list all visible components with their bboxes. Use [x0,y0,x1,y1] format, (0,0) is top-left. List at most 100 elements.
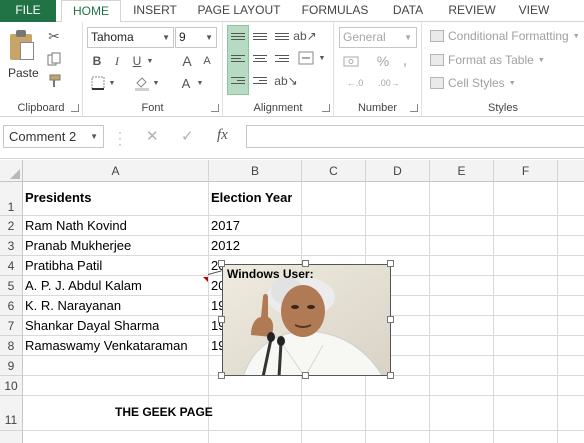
font-launcher-icon[interactable] [211,104,219,112]
chevron-down-icon[interactable]: ▼ [145,52,155,70]
number-format-combo[interactable]: General ▼ [339,27,417,48]
row-header-10[interactable]: 10 [0,376,23,396]
column-header-a[interactable]: A [23,160,209,182]
font-name-combo[interactable]: Tahoma ▼ [87,27,174,48]
increase-decimal-icon[interactable]: ←.0 [342,74,368,92]
row-header-3[interactable]: 3 [0,236,23,256]
cell-a6[interactable]: K. R. Narayanan [25,298,121,313]
decrease-decimal-icon[interactable]: .00→ [376,74,402,92]
column-header-b[interactable]: B [209,160,302,182]
cut-icon[interactable]: ✂ [44,27,64,45]
align-right-icon[interactable] [275,53,289,64]
comment-indicator-icon[interactable] [203,277,208,282]
font-size-combo[interactable]: 9 ▼ [175,27,217,48]
format-painter-icon[interactable] [44,72,64,90]
tab-data[interactable]: DATA [384,0,432,22]
bottom-align-icon[interactable] [275,31,289,42]
cell-b2[interactable]: 2017 [211,218,240,233]
row-header-12[interactable] [0,431,23,443]
font-color-icon[interactable]: A [177,74,195,92]
paste-button[interactable]: Paste [8,66,39,80]
resize-handle[interactable] [302,372,309,379]
row-header-5[interactable]: 5 [0,276,23,296]
align-center-icon[interactable] [253,53,267,64]
cell-a2[interactable]: Ram Nath Kovind [25,218,127,233]
column-header-g[interactable] [558,160,584,182]
row-header-2[interactable]: 2 [0,216,23,236]
row-header-9[interactable]: 9 [0,356,23,376]
comment-box[interactable]: Windows User: [222,264,391,376]
wrap-text-icon[interactable]: ab↘ [274,72,297,90]
copy-icon[interactable] [44,50,64,68]
merge-center-icon[interactable] [297,49,315,67]
italic-button[interactable]: I [109,52,125,70]
tab-view[interactable]: VIEW [510,0,558,22]
row-header-1[interactable]: 1 [0,182,23,216]
number-launcher-icon[interactable] [410,104,418,112]
cell-a8[interactable]: Ramaswamy Venkataraman [25,338,188,353]
align-left-icon[interactable] [231,53,245,64]
conditional-formatting-button[interactable]: Conditional Formatting ▼ [430,29,580,43]
resize-handle[interactable] [218,372,225,379]
comma-style-button[interactable]: , [396,52,414,70]
tab-file[interactable]: FILE [0,0,56,22]
cell-a7[interactable]: Shankar Dayal Sharma [25,318,159,333]
cell-b1[interactable]: Election Year [211,190,292,205]
format-as-table-button[interactable]: Format as Table ▼ [430,53,545,67]
currency-icon[interactable] [340,52,362,70]
row-header-4[interactable]: 4 [0,256,23,276]
resize-handle[interactable] [387,316,394,323]
percent-button[interactable]: % [374,52,392,70]
cell-a1[interactable]: Presidents [25,190,91,205]
column-header-d[interactable]: D [366,160,430,182]
resize-handle[interactable] [218,316,225,323]
borders-icon[interactable] [89,74,107,92]
resize-handle[interactable] [302,260,309,267]
grow-font-button[interactable]: A [179,52,195,70]
clipboard-launcher-icon[interactable] [71,104,79,112]
cell-a11[interactable]: THE GEEK PAGE [115,405,213,419]
orientation-icon[interactable]: ab↗ [293,27,316,45]
resize-handle[interactable] [218,260,225,267]
cancel-icon[interactable]: ✕ [146,127,159,145]
tab-home[interactable]: HOME [61,0,121,23]
enter-icon[interactable]: ✓ [181,127,194,145]
increase-indent-icon[interactable] [253,75,267,86]
column-header-e[interactable]: E [430,160,494,182]
tab-review[interactable]: REVIEW [440,0,504,22]
cell-styles-button[interactable]: Cell Styles ▼ [430,76,516,90]
tab-page-layout[interactable]: PAGE LAYOUT [190,0,288,22]
bold-button[interactable]: B [89,52,105,70]
chevron-down-icon[interactable]: ▼ [107,74,117,92]
resize-handle-icon[interactable]: · · · [118,126,122,150]
row-header-11[interactable]: 11 [0,396,23,431]
cell-a4[interactable]: Pratibha Patil [25,258,102,273]
decrease-indent-icon[interactable] [231,75,245,86]
chevron-down-icon[interactable]: ▼ [317,49,327,67]
top-align-icon[interactable] [231,31,245,42]
cell-a5[interactable]: A. P. J. Abdul Kalam [25,278,142,293]
tab-insert[interactable]: INSERT [126,0,184,22]
row-header-8[interactable]: 8 [0,336,23,356]
alignment-launcher-icon[interactable] [322,104,330,112]
insert-function-icon[interactable]: fx [217,127,228,144]
fill-color-icon[interactable] [133,74,151,92]
middle-align-icon[interactable] [253,31,267,42]
cell-a3[interactable]: Pranab Mukherjee [25,238,131,253]
paste-icon[interactable] [10,30,36,62]
tab-formulas[interactable]: FORMULAS [296,0,374,22]
resize-handle[interactable] [387,372,394,379]
underline-button[interactable]: U [129,52,145,70]
chevron-down-icon[interactable]: ▼ [195,74,205,92]
column-header-f[interactable]: F [494,160,558,182]
select-all-button[interactable] [0,160,23,182]
formula-input[interactable] [246,125,584,148]
chevron-down-icon[interactable]: ▼ [151,74,161,92]
row-header-6[interactable]: 6 [0,296,23,316]
column-header-c[interactable]: C [302,160,366,182]
row-header-7[interactable]: 7 [0,316,23,336]
cell-b3[interactable]: 2012 [211,238,240,253]
name-box[interactable]: Comment 2 ▼ [3,125,104,148]
resize-handle[interactable] [387,260,394,267]
shrink-font-button[interactable]: A [199,52,215,70]
